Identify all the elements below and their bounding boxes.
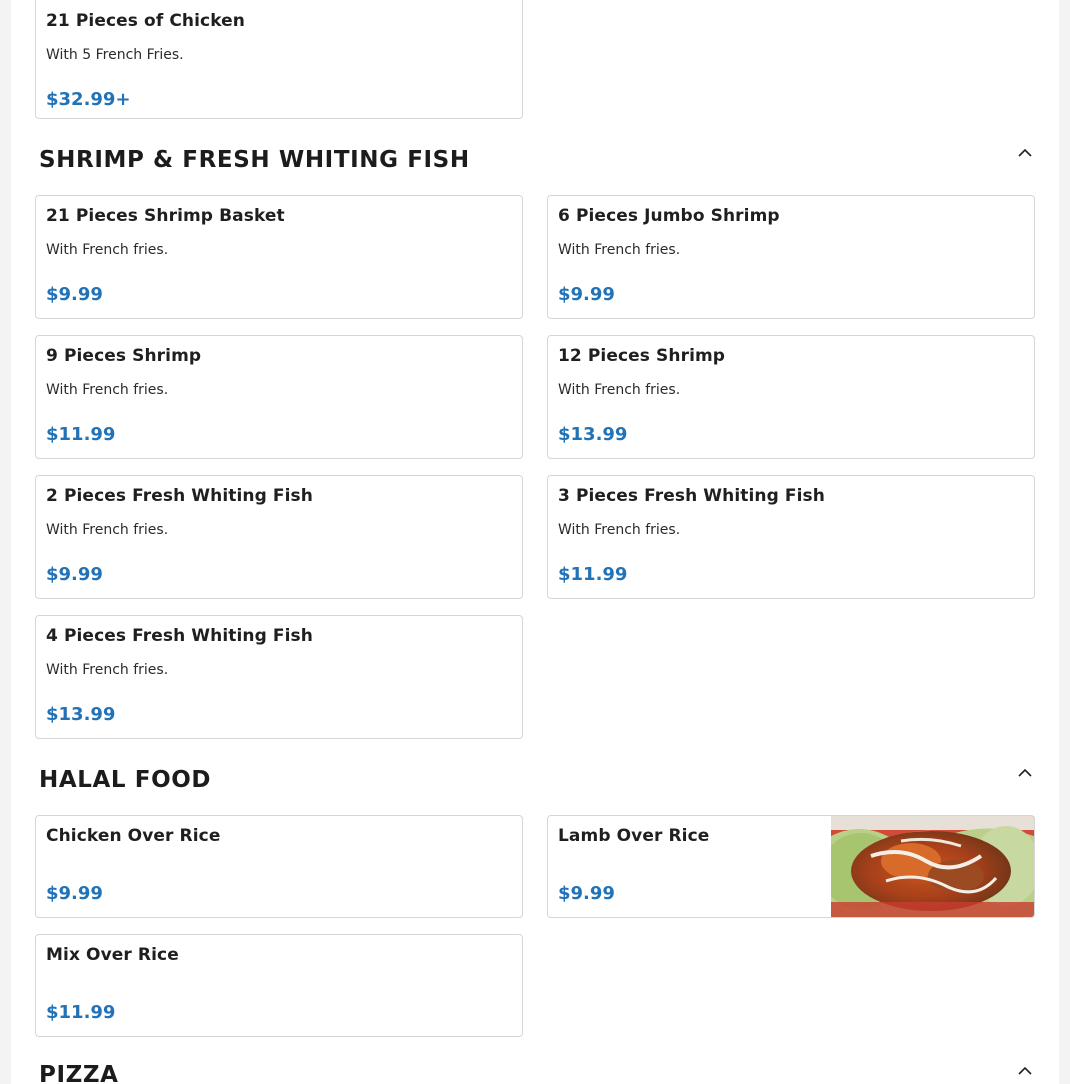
item-name: 4 Pieces Fresh Whiting Fish [46,626,313,646]
item-name: 9 Pieces Shrimp [46,346,202,366]
chevron-up-icon[interactable] [1016,144,1034,162]
item-description: With French fries. [558,382,681,398]
menu-item-card[interactable]: Chicken Over Rice $9.99 [35,815,523,918]
item-price: $9.99 [46,883,103,904]
item-price: $11.99 [558,564,628,585]
lamb-over-rice-photo[interactable] [831,816,1034,917]
item-price: $13.99 [558,424,628,445]
menu-item-card[interactable]: 3 Pieces Fresh Whiting Fish With French … [547,475,1035,599]
item-description: With French fries. [46,382,169,398]
item-name: 21 Pieces of Chicken [46,11,245,31]
menu-item-card[interactable]: 9 Pieces Shrimp With French fries. $11.9… [35,335,523,459]
item-description: With French fries. [558,242,681,258]
item-name: 3 Pieces Fresh Whiting Fish [558,486,825,506]
section-title: SHRIMP & FRESH WHITING FISH [39,147,470,173]
item-price: $9.99 [558,284,615,305]
item-price: $9.99 [46,284,103,305]
menu-item-card[interactable]: Mix Over Rice $11.99 [35,934,523,1037]
menu-item-card[interactable]: 21 Pieces of Chicken With 5 French Fries… [35,0,523,119]
menu-item-card[interactable]: 4 Pieces Fresh Whiting Fish With French … [35,615,523,739]
item-price: $13.99 [46,704,116,725]
item-name: 21 Pieces Shrimp Basket [46,206,285,226]
item-name: 12 Pieces Shrimp [558,346,726,366]
menu-item-card[interactable]: 21 Pieces Shrimp Basket With French frie… [35,195,523,319]
item-name: Chicken Over Rice [46,826,221,846]
item-description: With French fries. [46,522,169,538]
section-title: PIZZA [39,1062,119,1084]
item-price: $9.99 [558,883,615,904]
item-name: Lamb Over Rice [558,826,710,846]
chevron-up-icon[interactable] [1016,1062,1034,1080]
item-price: $32.99+ [46,89,131,110]
item-description: With French fries. [46,242,169,258]
item-description: With French fries. [46,662,169,678]
chevron-up-icon[interactable] [1016,764,1034,782]
item-name: 6 Pieces Jumbo Shrimp [558,206,780,226]
menu-item-card[interactable]: Lamb Over Rice $9.99 [547,815,1035,918]
item-price: $11.99 [46,1002,116,1023]
item-price: $11.99 [46,424,116,445]
item-name: Mix Over Rice [46,945,179,965]
section-title: HALAL FOOD [39,767,212,793]
menu-item-card[interactable]: 2 Pieces Fresh Whiting Fish With French … [35,475,523,599]
item-price: $9.99 [46,564,103,585]
menu-item-card[interactable]: 6 Pieces Jumbo Shrimp With French fries.… [547,195,1035,319]
menu-item-card[interactable]: 12 Pieces Shrimp With French fries. $13.… [547,335,1035,459]
item-description: With 5 French Fries. [46,47,184,63]
item-name: 2 Pieces Fresh Whiting Fish [46,486,313,506]
item-description: With French fries. [558,522,681,538]
menu-page: 21 Pieces of Chicken With 5 French Fries… [11,0,1059,1084]
